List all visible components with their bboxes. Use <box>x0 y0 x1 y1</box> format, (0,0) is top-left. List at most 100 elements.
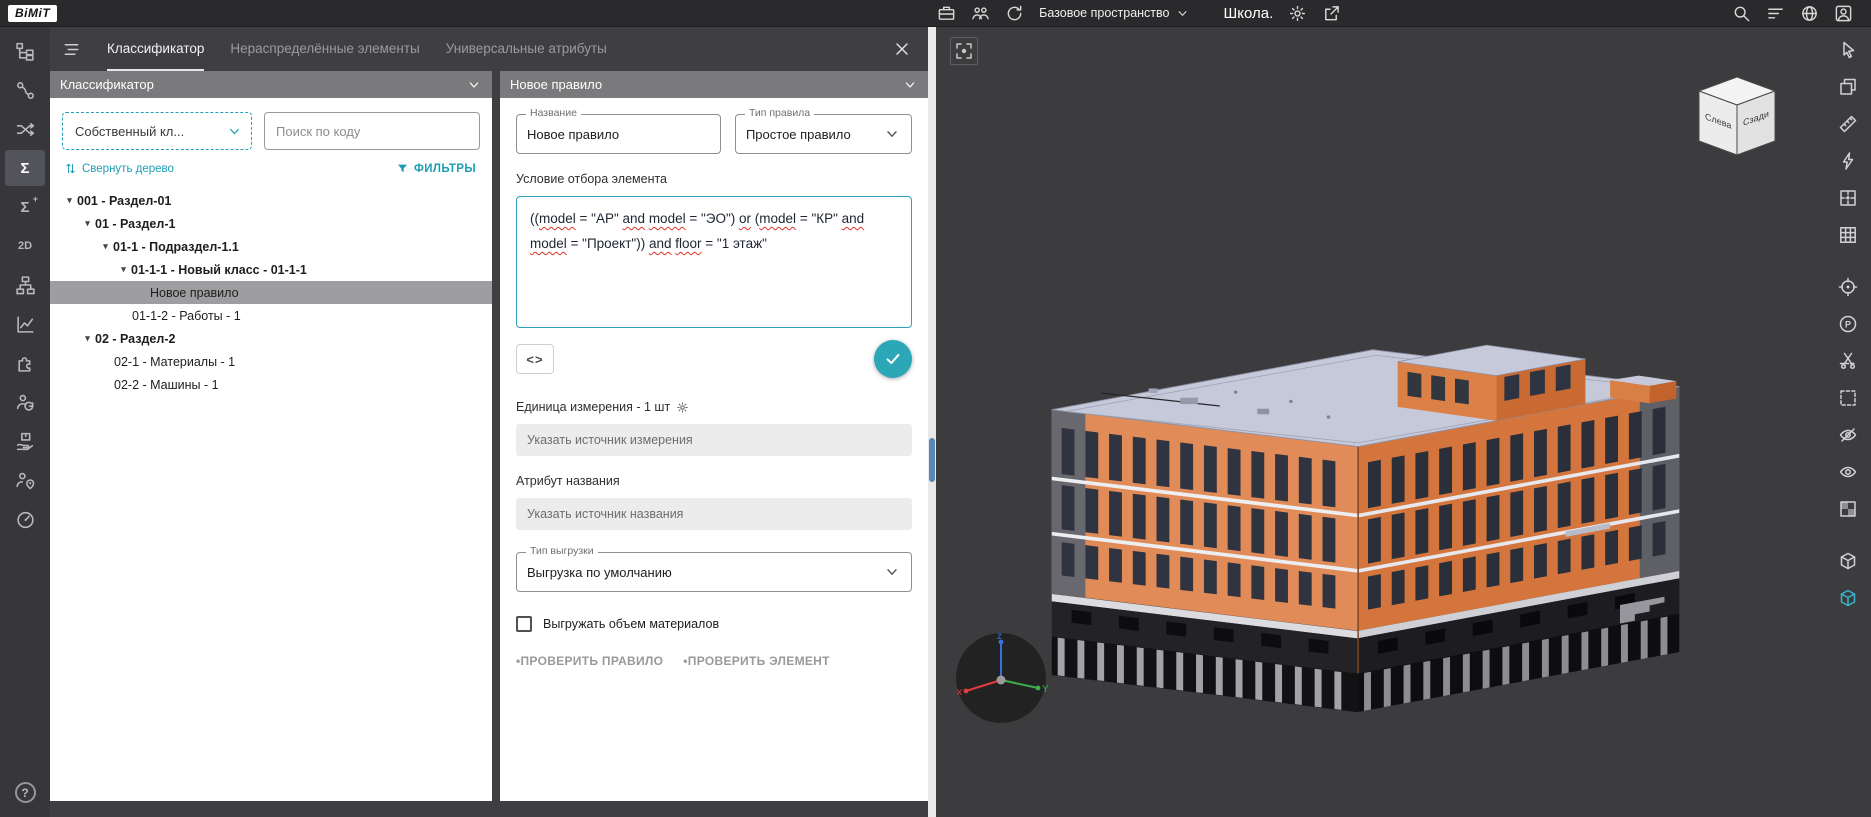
chevron-down-icon <box>883 125 901 143</box>
user-refresh-button[interactable] <box>5 384 45 420</box>
gear-icon[interactable] <box>1288 4 1307 23</box>
chevron-down-icon <box>226 123 243 140</box>
rule-name-input[interactable] <box>527 127 710 142</box>
select-cursor-icon <box>1838 40 1858 60</box>
xray-button[interactable] <box>1832 494 1864 524</box>
3d-viewport[interactable]: Слева Сзади x Y z P <box>936 27 1871 817</box>
globe-icon[interactable] <box>1800 4 1819 23</box>
eye-button[interactable] <box>1832 457 1864 487</box>
selection-area-icon <box>1838 388 1858 408</box>
collapse-arrows-icon <box>64 162 77 175</box>
cube-button[interactable] <box>1832 546 1864 576</box>
chevron-down-icon[interactable]: ▾ <box>116 264 131 275</box>
sigma-button[interactable]: Σ <box>5 150 45 186</box>
section-cut-button[interactable] <box>1832 346 1864 376</box>
chevron-down-icon[interactable]: ▾ <box>80 218 95 229</box>
menu-list-icon[interactable] <box>1766 4 1785 23</box>
code-search-input[interactable] <box>264 112 480 150</box>
section-box-button[interactable] <box>1832 183 1864 213</box>
materials-checkbox[interactable] <box>516 616 532 632</box>
selection-area-button[interactable] <box>1832 383 1864 413</box>
focus-view-button[interactable] <box>950 37 978 65</box>
chevron-down-icon[interactable] <box>902 77 918 93</box>
building-model[interactable] <box>1032 253 1704 723</box>
plan-p-button[interactable]: P <box>1832 309 1864 339</box>
refresh-icon[interactable] <box>1005 4 1024 23</box>
plan-p-icon: P <box>1838 314 1858 334</box>
share-icon[interactable] <box>1322 4 1341 23</box>
tree-item[interactable]: ▾01-1-1 - Новый класс - 01-1-1 <box>50 258 492 281</box>
eye-off-button[interactable] <box>1832 420 1864 450</box>
code-view-button[interactable]: <> <box>516 344 554 374</box>
panel-menu-icon[interactable] <box>62 40 81 59</box>
user-refresh-icon <box>15 392 36 413</box>
tab-unallocated-elements[interactable]: Нераспределённые элементы <box>230 27 419 71</box>
collapse-tree-link[interactable]: Свернуть дерево <box>64 162 174 175</box>
tree-item[interactable]: 02-1 - Материалы - 1 <box>50 350 492 373</box>
unit-source-field[interactable]: Указать источник измерения <box>516 424 912 456</box>
help-button[interactable]: ? <box>15 782 36 803</box>
tree-item[interactable]: 01-1-2 - Работы - 1 <box>50 304 492 327</box>
chevron-down-icon[interactable]: ▾ <box>98 241 113 252</box>
rule-name-field[interactable]: Название <box>516 114 721 154</box>
rule-panel-header[interactable]: Новое правило <box>500 71 928 98</box>
chevron-down-icon[interactable] <box>466 77 482 93</box>
check-rule-button[interactable]: •ПРОВЕРИТЬ ПРАВИЛО <box>516 654 663 668</box>
org-chart-button[interactable] <box>5 267 45 303</box>
close-icon[interactable] <box>892 39 912 59</box>
account-icon[interactable] <box>1834 4 1853 23</box>
tree-structure-button[interactable] <box>5 33 45 69</box>
sigma-plus-button[interactable]: Σ+ <box>5 189 45 225</box>
parcel-hand-icon <box>15 431 36 452</box>
tree-item-label: 01-1-1 - Новый класс - 01-1-1 <box>131 263 307 277</box>
workspace-selector[interactable]: Базовое пространство <box>1039 6 1189 21</box>
tab-classifier[interactable]: Классификатор <box>107 27 204 71</box>
unit-settings-gear-icon[interactable] <box>676 401 689 414</box>
team-icon[interactable] <box>971 4 990 23</box>
select-cursor-button[interactable] <box>1832 35 1864 65</box>
rule-type-select[interactable]: Тип правила Простое правило <box>735 114 912 154</box>
tree-item[interactable]: ▾01 - Раздел-1 <box>50 212 492 235</box>
chevron-down-icon[interactable]: ▾ <box>80 333 95 344</box>
condition-editor[interactable]: ((model = "АР" and model = "ЭО") or (mod… <box>516 196 912 328</box>
tree-structure-icon <box>15 41 36 62</box>
apply-condition-button[interactable] <box>874 340 912 378</box>
puzzle-button[interactable] <box>5 345 45 381</box>
axis-gizmo[interactable]: x Y z <box>952 629 1050 727</box>
view-cube[interactable]: Слева Сзади <box>1691 71 1785 165</box>
2d-button[interactable]: 2D <box>5 228 45 264</box>
ruler-button[interactable] <box>1832 109 1864 139</box>
filters-button[interactable]: ФИЛЬТРЫ <box>396 162 476 175</box>
copy-view-button[interactable] <box>1832 72 1864 102</box>
workspace-group: Базовое пространство <box>937 4 1189 23</box>
route-button[interactable] <box>5 72 45 108</box>
line-chart-icon <box>15 314 36 335</box>
tree-item[interactable]: Новое правило <box>50 281 492 304</box>
target-button[interactable] <box>1832 272 1864 302</box>
speedometer-button[interactable] <box>5 501 45 537</box>
tree-item[interactable]: ▾01-1 - Подраздел-1.1 <box>50 235 492 258</box>
section-box-icon <box>1838 188 1858 208</box>
filter-cube-button[interactable] <box>1832 583 1864 613</box>
user-pin-button[interactable] <box>5 462 45 498</box>
grid-button[interactable] <box>1832 220 1864 250</box>
tree-item[interactable]: ▾001 - Раздел-01 <box>50 189 492 212</box>
tabbar: Классификатор Нераспределённые элементы … <box>50 27 928 71</box>
tree-item[interactable]: 02-2 - Машины - 1 <box>50 373 492 396</box>
search-icon[interactable] <box>1732 4 1751 23</box>
scrollbar-thumb[interactable] <box>929 438 935 482</box>
parcel-hand-button[interactable] <box>5 423 45 459</box>
briefcase-icon[interactable] <box>937 4 956 23</box>
shuffle-button[interactable] <box>5 111 45 147</box>
check-element-button[interactable]: •ПРОВЕРИТЬ ЭЛЕМЕНТ <box>683 654 830 668</box>
tab-universal-attributes[interactable]: Универсальные атрибуты <box>446 27 607 71</box>
tree-item[interactable]: ▾02 - Раздел-2 <box>50 327 492 350</box>
left-rail-buttons: ΣΣ+2D <box>5 33 45 537</box>
chevron-down-icon[interactable]: ▾ <box>62 195 77 206</box>
classifier-panel-header[interactable]: Классификатор <box>50 71 492 98</box>
line-chart-button[interactable] <box>5 306 45 342</box>
name-source-field[interactable]: Указать источник названия <box>516 498 912 530</box>
export-type-select[interactable]: Тип выгрузки Выгрузка по умолчанию <box>516 552 912 592</box>
bolt-button[interactable] <box>1832 146 1864 176</box>
classifier-select[interactable]: Собственный кл... <box>62 112 252 150</box>
